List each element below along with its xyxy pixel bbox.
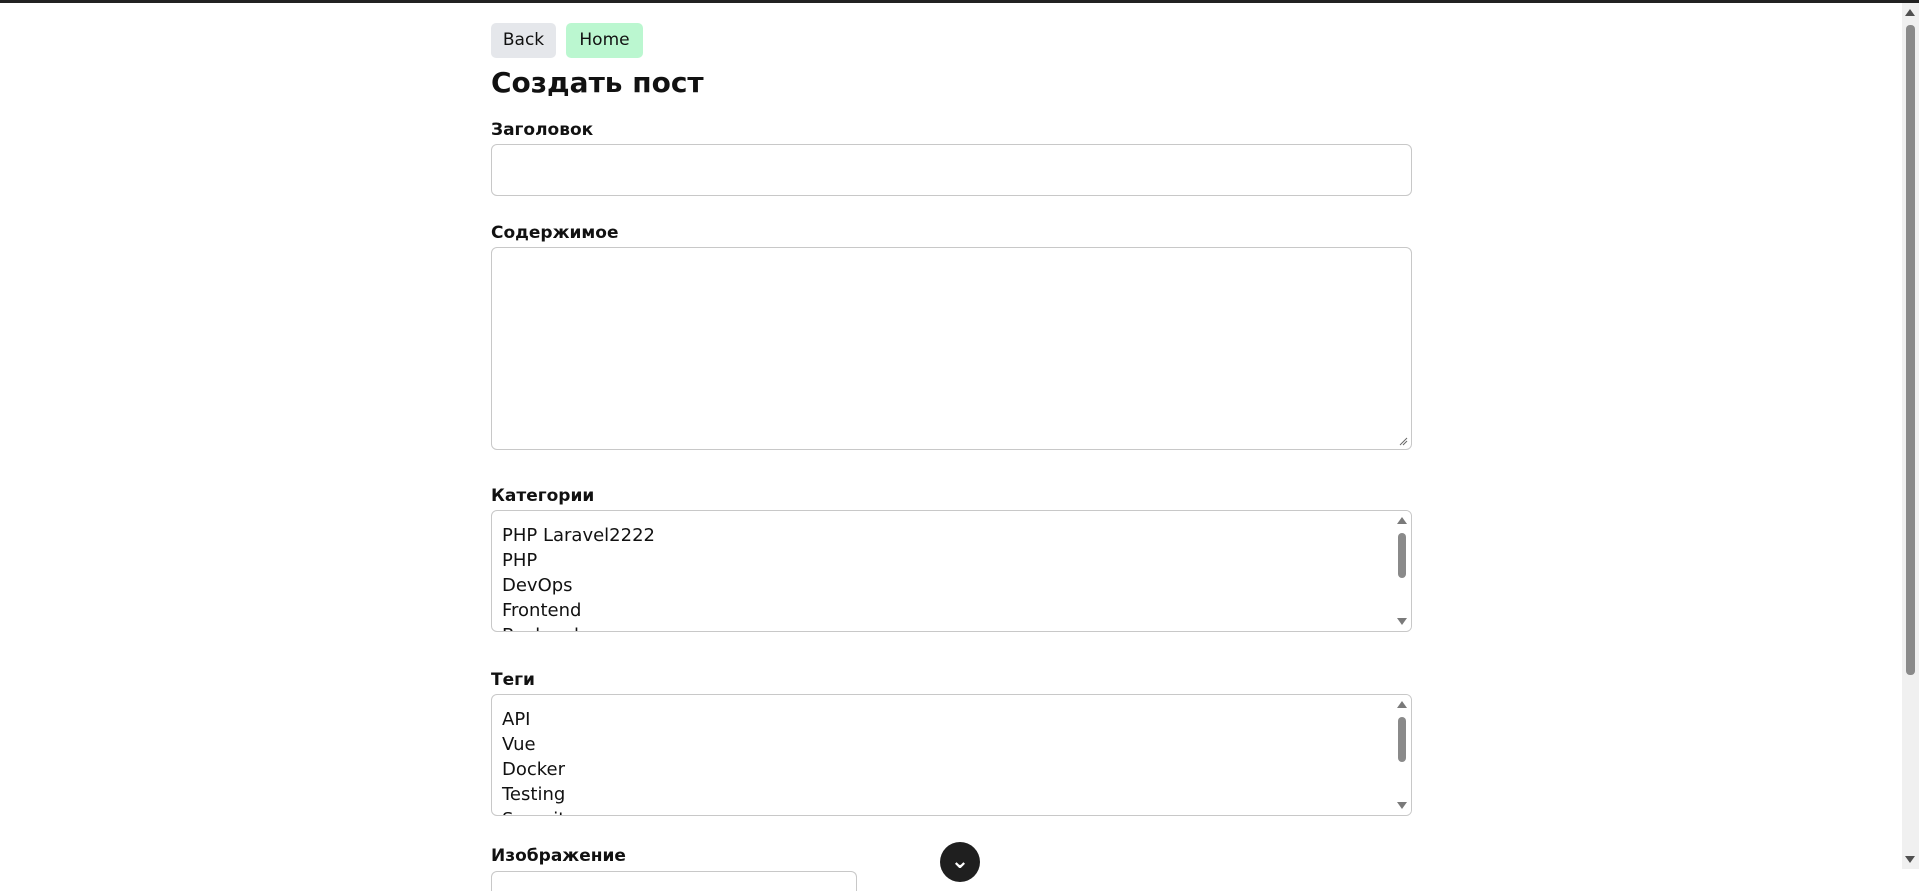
title-field-group: Заголовок — [491, 118, 1412, 196]
create-post-page: Back Home Создать пост Заголовок Содержи… — [491, 23, 1412, 891]
category-option[interactable]: Backend — [502, 623, 1389, 631]
scroll-down-arrow-icon[interactable] — [1397, 618, 1407, 625]
resize-grip-icon[interactable] — [1398, 436, 1408, 446]
category-option[interactable]: Frontend — [502, 598, 1389, 623]
tag-option[interactable]: Vue — [502, 732, 1389, 757]
content-textarea[interactable] — [491, 247, 1412, 450]
category-option[interactable]: PHP — [502, 548, 1389, 573]
back-button[interactable]: Back — [491, 23, 556, 58]
tags-scrollbar[interactable] — [1393, 695, 1411, 815]
tags-label: Теги — [491, 670, 535, 690]
title-label: Заголовок — [491, 120, 594, 140]
home-button[interactable]: Home — [566, 23, 643, 58]
scroll-down-arrow-icon[interactable] — [1397, 802, 1407, 809]
create-post-form: Заголовок Содержимое Категории PHP Larav… — [491, 118, 1412, 891]
categories-scrollbar[interactable] — [1393, 511, 1411, 631]
tag-option[interactable]: Security — [502, 807, 1389, 815]
categories-field-group: Категории PHP Laravel2222 PHP DevOps Fro… — [491, 484, 1412, 632]
scroll-down-floating-button[interactable]: ⌄ — [940, 842, 980, 882]
tag-option[interactable]: Docker — [502, 757, 1389, 782]
category-option[interactable]: DevOps — [502, 573, 1389, 598]
tag-option[interactable]: Testing — [502, 782, 1389, 807]
scroll-thumb[interactable] — [1398, 533, 1406, 578]
categories-select[interactable]: PHP Laravel2222 PHP DevOps Frontend Back… — [491, 510, 1412, 632]
tag-option[interactable]: API — [502, 707, 1389, 732]
tags-options: API Vue Docker Testing Security — [502, 707, 1389, 815]
tags-field-group: Теги API Vue Docker Testing Security — [491, 668, 1412, 816]
categories-label: Категории — [491, 486, 595, 506]
nav-buttons: Back Home — [491, 23, 1412, 58]
tags-select[interactable]: API Vue Docker Testing Security — [491, 694, 1412, 816]
scroll-thumb[interactable] — [1398, 717, 1406, 762]
content-field-group: Содержимое — [491, 221, 1412, 450]
scroll-up-arrow-icon[interactable] — [1397, 701, 1407, 708]
page-scrollbar[interactable] — [1902, 3, 1919, 869]
page-title: Создать пост — [491, 66, 704, 99]
top-border — [0, 0, 1919, 3]
page-scroll-up-arrow-icon[interactable] — [1905, 9, 1915, 16]
page-scroll-thumb[interactable] — [1906, 25, 1915, 675]
title-input[interactable] — [491, 144, 1412, 196]
category-option[interactable]: PHP Laravel2222 — [502, 523, 1389, 548]
scroll-up-arrow-icon[interactable] — [1397, 517, 1407, 524]
image-file-input[interactable] — [491, 871, 857, 891]
chevron-down-icon: ⌄ — [950, 849, 970, 874]
content-label: Содержимое — [491, 223, 619, 243]
page-scroll-down-arrow-icon[interactable] — [1905, 856, 1915, 863]
categories-options: PHP Laravel2222 PHP DevOps Frontend Back… — [502, 523, 1389, 631]
